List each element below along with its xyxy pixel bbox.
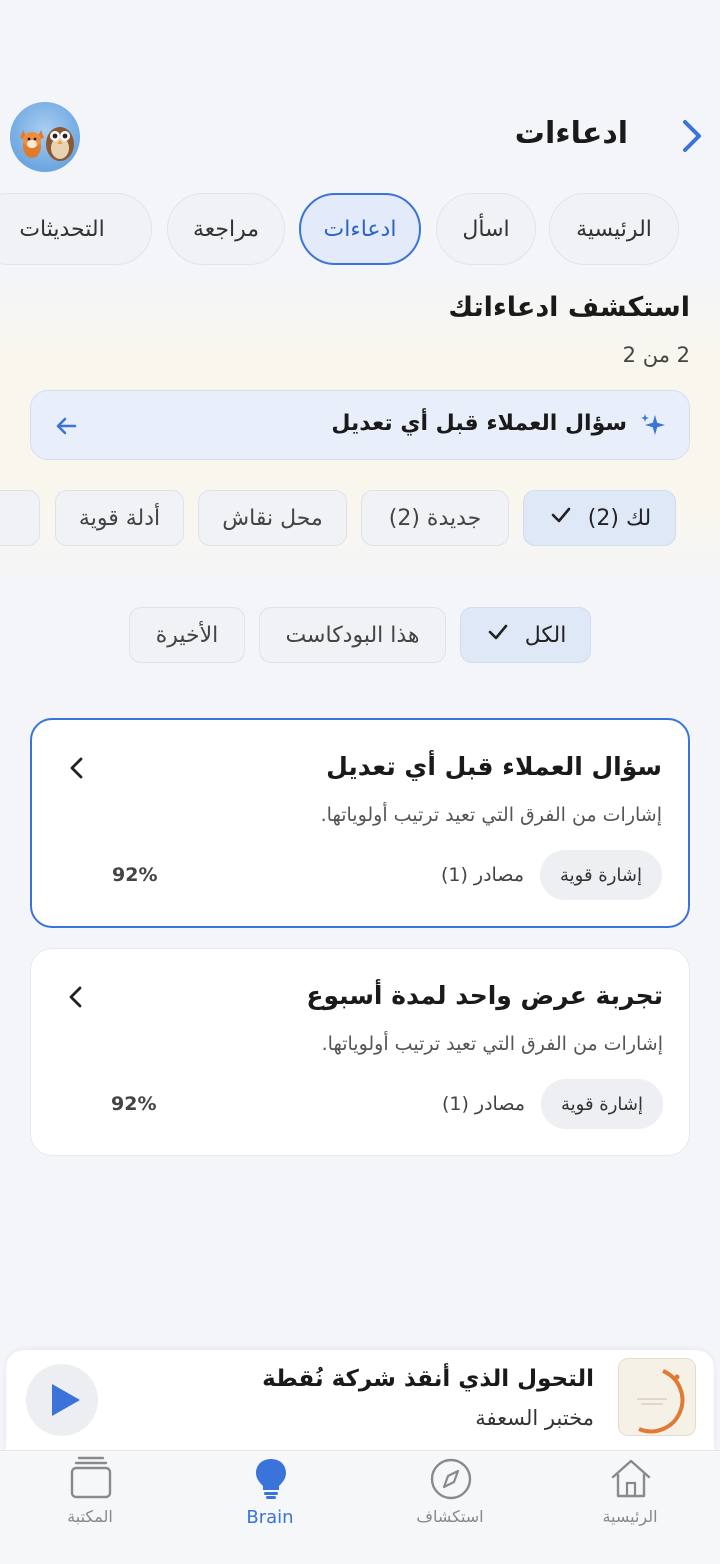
claim-selector[interactable]: سؤال العملاء قبل أي تعديل (30, 390, 690, 460)
avatar[interactable] (10, 102, 80, 172)
play-button[interactable] (26, 1364, 98, 1436)
scope-recent[interactable]: الأخيرة (129, 607, 245, 663)
filter-strong-evidence[interactable]: أدلة قوية (55, 490, 184, 546)
confidence-percent: 92% (111, 1093, 157, 1115)
arrow-left-icon (53, 413, 79, 439)
lightbulb-icon (256, 1459, 286, 1499)
scope-all[interactable]: الكل (460, 607, 591, 663)
filter-for-you[interactable]: لك (2) (523, 490, 676, 546)
confidence-percent: 92% (112, 864, 158, 886)
chevron-left-icon (66, 754, 88, 782)
home-icon (611, 1459, 651, 1498)
nav-label: الرئيسية (602, 1507, 658, 1526)
scope-label: الكل (524, 622, 567, 648)
avatar-illustration (20, 127, 74, 161)
claim-card[interactable]: سؤال العملاء قبل أي تعديل إشارات من الفر… (30, 718, 690, 928)
mini-player[interactable]: التحول الذي أنقذ شركة نُقطة مختبر السعفة (6, 1350, 714, 1450)
selector-label: سؤال العملاء قبل أي تعديل (331, 411, 627, 436)
page-title: ادعاءات (514, 116, 628, 151)
tab-home[interactable]: الرئيسية (549, 193, 679, 265)
tab-updates[interactable]: التحديثات (0, 193, 152, 265)
library-icon (70, 1456, 112, 1499)
nav-label: Brain (246, 1507, 294, 1528)
sources-count[interactable]: مصادر (1) (441, 864, 524, 886)
tab-ask[interactable]: اسأل (436, 193, 536, 265)
sources-count[interactable]: مصادر (1) (442, 1093, 525, 1115)
chevron-left-icon (65, 983, 87, 1011)
check-icon (485, 619, 511, 651)
episode-title: التحول الذي أنقذ شركة نُقطة (262, 1366, 594, 1392)
podcast-name: مختبر السعفة (475, 1406, 594, 1430)
nav-library[interactable]: المكتبة (20, 1451, 160, 1564)
check-icon (548, 502, 574, 534)
claim-description: إشارات من الفرق التي تعيد ترتيب أولوياته… (321, 1033, 663, 1055)
nav-explore[interactable]: استكشاف (380, 1451, 520, 1564)
nav-label: المكتبة (67, 1507, 113, 1526)
claim-card[interactable]: تجربة عرض واحد لمدة أسبوع إشارات من الفر… (30, 948, 690, 1156)
nav-label: استكشاف (416, 1507, 484, 1526)
sparkle-icon (639, 411, 667, 439)
filter-debated[interactable]: محل نقاش (198, 490, 347, 546)
section-title: استكشف ادعاءاتك (448, 292, 690, 323)
tab-claims[interactable]: ادعاءات (299, 193, 421, 265)
tab-review[interactable]: مراجعة (167, 193, 285, 265)
episode-artwork (618, 1358, 696, 1436)
tab-bar: الرئيسية اسأل ادعاءات مراجعة التحديثات (0, 193, 720, 265)
chevron-right-icon[interactable] (676, 116, 706, 156)
nav-brain[interactable]: Brain (200, 1451, 340, 1564)
bottom-nav: الرئيسية استكشاف Brain المكتبة (0, 1450, 720, 1564)
claim-title: سؤال العملاء قبل أي تعديل (326, 752, 662, 781)
scope-this-podcast[interactable]: هذا البودكاست (259, 607, 446, 663)
nav-home[interactable]: الرئيسية (560, 1451, 700, 1564)
filter-more[interactable] (0, 490, 40, 546)
claim-title: تجربة عرض واحد لمدة أسبوع (306, 981, 663, 1010)
claim-description: إشارات من الفرق التي تعيد ترتيب أولوياته… (320, 804, 662, 826)
signal-badge: إشارة قوية (540, 850, 662, 900)
play-icon (52, 1384, 80, 1416)
result-count: 2 من 2 (622, 343, 690, 367)
signal-badge: إشارة قوية (541, 1079, 663, 1129)
compass-icon (430, 1458, 472, 1500)
filter-new[interactable]: جديدة (2) (361, 490, 509, 546)
filter-label: لك (2) (587, 505, 652, 531)
